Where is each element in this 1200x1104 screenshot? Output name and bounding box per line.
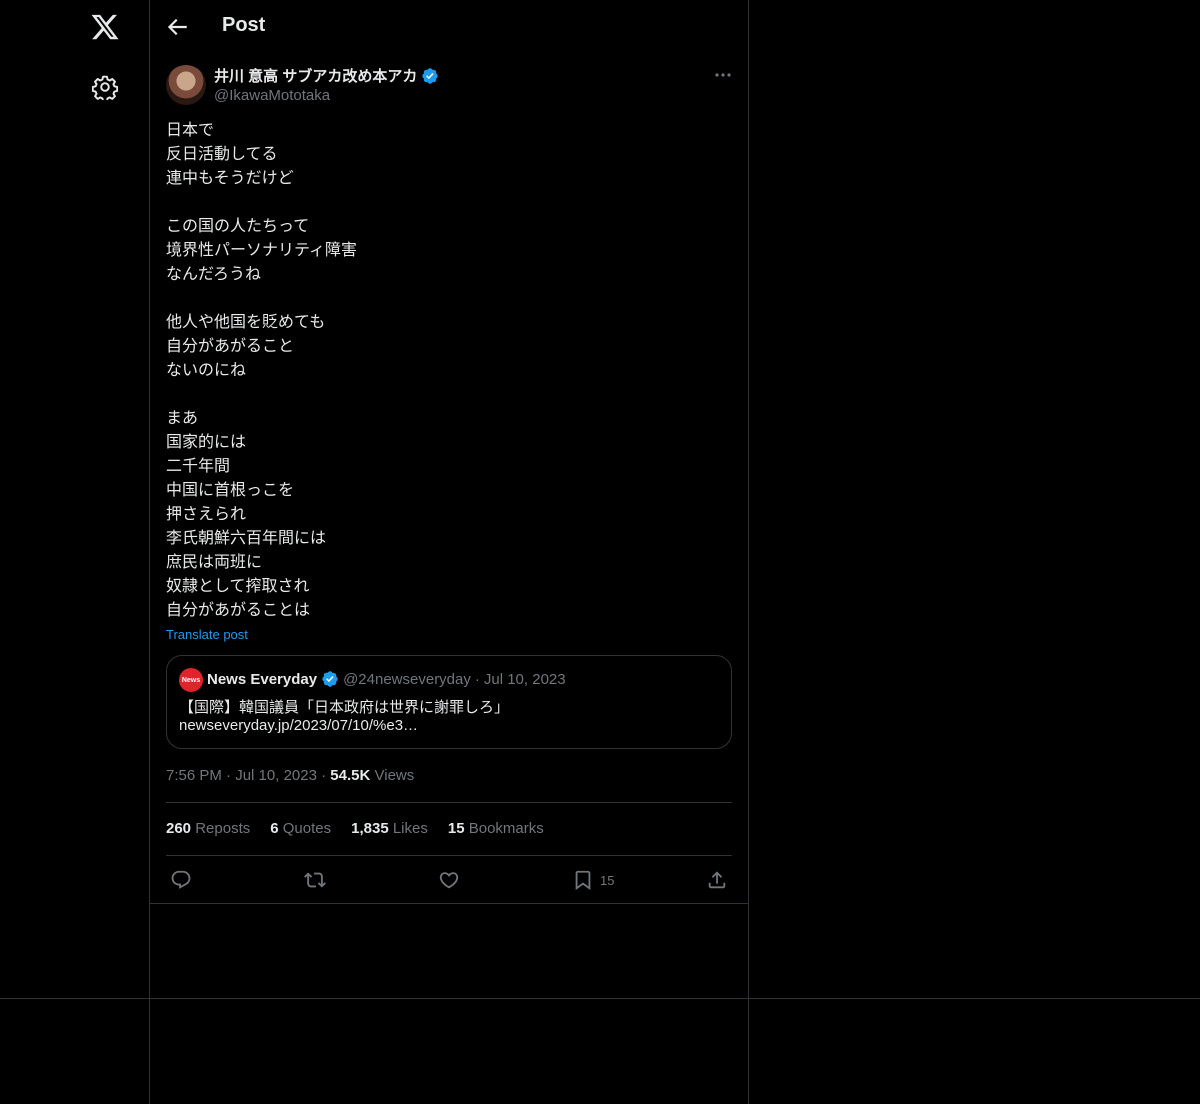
post-text-line: 奴隷として搾取され: [166, 578, 310, 595]
post-text-line: 李氏朝鮮六百年間には: [166, 530, 327, 547]
left-nav: [0, 0, 149, 1104]
like-button[interactable]: [438, 868, 460, 892]
post-text-line: [166, 287, 726, 311]
reposts-count: 260: [166, 820, 192, 837]
bookmarks-count: 15: [447, 820, 465, 837]
bookmark-count: 15: [600, 872, 615, 888]
page: Post 井川 意高 サブアカ改め本アカ @IkawaMototaka 日本で: [0, 0, 1200, 1104]
arrow-left-icon[interactable]: [164, 14, 190, 40]
quote-separator: ·: [474, 670, 480, 688]
divider: [0, 998, 1200, 999]
post-text-line: 境界性パーソナリティ障害: [166, 242, 358, 259]
post-text-line: [166, 383, 726, 407]
post-text: 日本で 反日活動してる 連中もそうだけど この国の人たちって 境界性パーソナリテ…: [166, 119, 726, 623]
main-column: Post 井川 意高 サブアカ改め本アカ @IkawaMototaka 日本で: [149, 0, 749, 1104]
quote-date: Jul 10, 2023: [483, 670, 566, 688]
post-text-line: 反日活動してる: [166, 146, 278, 163]
post-timestamp: 7:56 PM · Jul 10, 2023 · 54.5K Views: [166, 767, 414, 784]
header: Post: [150, 0, 748, 54]
post-text-line: なんだろうね: [166, 266, 262, 283]
quote-avatar: News: [179, 668, 203, 692]
gear-icon[interactable]: [91, 74, 119, 103]
quote-link: newseveryday.jp/2023/07/10/%e3…: [179, 717, 419, 734]
bookmark-button[interactable]: 15: [572, 868, 614, 892]
divider: [166, 855, 732, 856]
quote-author-name: News Everyday: [207, 670, 318, 688]
post-text-line: 自分があがることは: [166, 602, 311, 619]
reply-button[interactable]: [170, 868, 192, 892]
reply-icon: [171, 870, 191, 889]
repost-button[interactable]: [304, 868, 326, 892]
bookmarks-label: Bookmarks: [468, 820, 544, 837]
share-button[interactable]: [706, 868, 728, 892]
divider: [150, 903, 748, 904]
post-text-line: 国家的には: [166, 434, 247, 451]
x-logo-icon[interactable]: [90, 12, 120, 42]
views-label: Views: [374, 767, 415, 784]
quotes-count: 6: [270, 820, 279, 837]
page-title: Post: [222, 14, 266, 36]
post-text-line: 二千年間: [166, 458, 231, 475]
avatar[interactable]: [166, 65, 206, 105]
translate-post-link[interactable]: Translate post: [166, 627, 248, 642]
separator: ·: [226, 767, 232, 784]
post-text-line: [166, 191, 726, 215]
post-text-line: この国の人たちって: [166, 218, 310, 235]
more-options-icon[interactable]: [710, 64, 736, 86]
post-text-line: 他人や他国を貶めても: [166, 314, 326, 331]
quote-header: News Everyday @24newseveryday · Jul 10, …: [207, 670, 566, 688]
engagement-stats: 260 Reposts 6 Quotes 1,835 Likes 15 Book…: [166, 820, 544, 837]
quotes-stat[interactable]: 6 Quotes: [270, 820, 331, 837]
reposts-stat[interactable]: 260 Reposts: [166, 820, 250, 837]
post-time[interactable]: 7:56 PM: [166, 767, 222, 784]
post-text-line: ないのにね: [166, 362, 247, 379]
views-count: 54.5K: [330, 767, 371, 784]
verified-badge-icon: [321, 670, 339, 688]
quote-handle: @24newseveryday: [343, 670, 471, 688]
post-text-line: 中国に首根っこを: [166, 482, 295, 499]
reposts-label: Reposts: [195, 820, 251, 837]
post-text-line: 庶民は両班に: [166, 554, 263, 571]
likes-count: 1,835: [351, 820, 389, 837]
post-date[interactable]: Jul 10, 2023: [235, 767, 317, 784]
likes-label: Likes: [392, 820, 428, 837]
verified-badge-icon: [421, 67, 439, 85]
post-text-line: まあ: [166, 410, 199, 427]
bookmarks-stat[interactable]: 15 Bookmarks: [448, 820, 544, 837]
heart-icon: [439, 872, 459, 889]
share-icon: [708, 871, 726, 889]
post-text-line: 連中もそうだけど: [166, 170, 294, 187]
separator: ·: [321, 767, 327, 784]
post-text-line: 押さえられ: [166, 506, 247, 523]
likes-stat[interactable]: 1,835 Likes: [351, 820, 428, 837]
action-bar: 15: [166, 866, 732, 894]
repost-icon: [304, 872, 326, 888]
author-name[interactable]: 井川 意高 サブアカ改め本アカ: [214, 65, 439, 86]
quotes-label: Quotes: [282, 820, 332, 837]
author-handle[interactable]: @IkawaMototaka: [214, 87, 330, 104]
post-text-line: 自分があがること: [166, 338, 295, 355]
bookmark-icon: [575, 870, 591, 891]
divider: [166, 802, 732, 803]
quote-text: 【国際】韓国議員「日本政府は世界に謝罪しろ」: [179, 699, 510, 716]
quoted-post[interactable]: News News Everyday @24newseveryday · Jul…: [166, 655, 732, 749]
post-text-line: 日本で: [166, 122, 215, 139]
author-display-name: 井川 意高 サブアカ改め本アカ: [214, 68, 418, 85]
